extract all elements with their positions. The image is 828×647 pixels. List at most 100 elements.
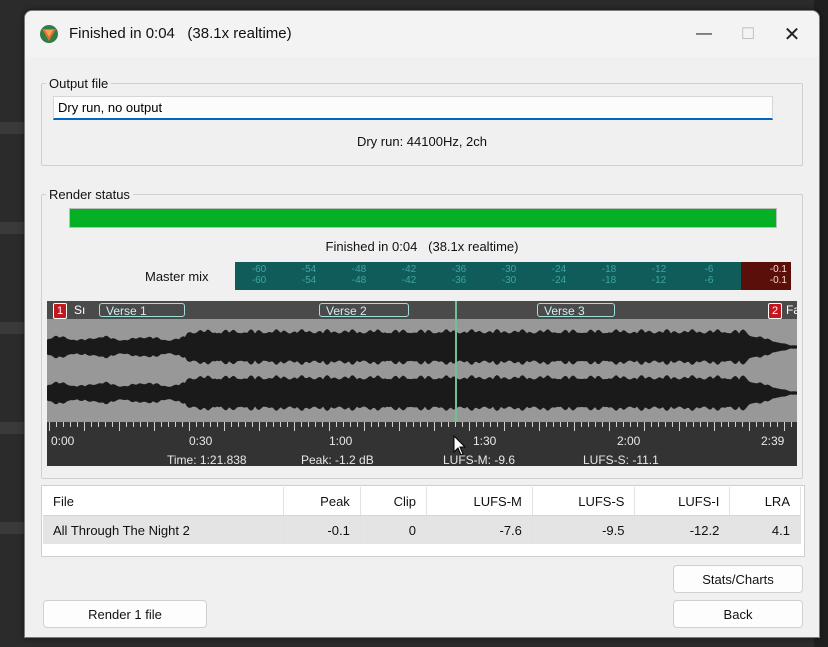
render-1-file-button[interactable]: Render 1 file — [43, 600, 207, 628]
table-row[interactable]: All Through The Night 2 -0.1 0 -7.6 -9.5 -12.… — [43, 515, 801, 544]
column-header[interactable]: File — [43, 487, 284, 516]
ruler-tick-mark — [728, 422, 729, 427]
ruler-tick-mark — [77, 422, 78, 427]
column-header[interactable]: Clip — [360, 487, 428, 516]
meter-tick-label: -12 — [651, 264, 667, 275]
minimize-button[interactable]: — — [681, 19, 727, 49]
region-verse-3[interactable]: Verse 3 — [537, 303, 615, 318]
ruler-tick-mark — [168, 422, 169, 427]
ruler-tick-mark — [385, 422, 386, 427]
mouse-cursor-icon — [453, 435, 467, 456]
column-header[interactable]: LUFS-S — [532, 487, 636, 516]
column-header[interactable]: LUFS-I — [634, 487, 731, 516]
marker-2-badge[interactable]: 2 — [768, 303, 783, 319]
ruler-tick-mark — [364, 422, 365, 431]
ruler-tick-mark — [504, 422, 505, 431]
output-file-group: Output file — [41, 76, 803, 166]
ruler-tick-mark — [560, 422, 561, 427]
timeline-ruler[interactable]: Time: 1:21.838 Peak: -1.2 dB LUFS-M: -9.… — [47, 422, 797, 466]
ruler-tick-mark — [602, 422, 603, 427]
ruler-tick-label: 1:30 — [473, 434, 497, 448]
stats-charts-button[interactable]: Stats/Charts — [673, 565, 803, 593]
meter-tick-label: -48 — [351, 275, 367, 286]
ruler-tick-mark — [175, 422, 176, 427]
ruler-tick-mark — [266, 422, 267, 427]
meter-tick-label: -36 — [451, 264, 467, 275]
region-verse-1[interactable]: Verse 1 — [99, 303, 185, 318]
ruler-tick-mark — [735, 422, 736, 427]
ruler-tick-mark — [756, 422, 757, 427]
ruler-tick-mark — [133, 422, 134, 427]
waveform-preview[interactable]: 1 Sı Verse 1 Verse 2 Verse 3 2 Fa Time: … — [47, 301, 797, 466]
ruler-tick-mark — [427, 422, 428, 427]
back-button[interactable]: Back — [673, 600, 803, 628]
ruler-tick-mark — [574, 422, 575, 431]
ruler-tick-label: 2:39 — [761, 434, 785, 448]
ruler-tick-mark — [567, 422, 568, 427]
marker-1-badge[interactable]: 1 — [53, 303, 68, 319]
ruler-tick-mark — [189, 422, 190, 431]
ruler-tick-mark — [259, 422, 260, 431]
close-button[interactable]: ✕ — [769, 19, 815, 49]
ruler-tick-mark — [154, 422, 155, 431]
ruler-tick-mark — [434, 422, 435, 431]
region-verse-2[interactable]: Verse 2 — [319, 303, 409, 318]
peak-readout: Peak: -1.2 dB — [301, 453, 374, 466]
table-cell: -12.2 — [634, 515, 731, 544]
ruler-tick-mark — [126, 422, 127, 427]
table-cell: -0.1 — [283, 515, 361, 544]
ruler-tick-mark — [546, 422, 547, 427]
ruler-tick-mark — [413, 422, 414, 427]
column-header[interactable]: LRA — [729, 487, 801, 516]
column-header[interactable]: LUFS-M — [426, 487, 533, 516]
playhead-line[interactable] — [455, 301, 457, 431]
ruler-tick-label: 0:30 — [189, 434, 213, 448]
waveform-channel — [47, 329, 797, 365]
meter-tick-label: -6 — [704, 275, 714, 286]
ruler-tick-mark — [70, 422, 71, 427]
ruler-tick-label: 1:00 — [329, 434, 353, 448]
ruler-tick-mark — [252, 422, 253, 427]
ruler-tick-mark — [420, 422, 421, 427]
meter-tick-label: -6 — [704, 264, 714, 275]
meter-tick-label: -18 — [601, 275, 617, 286]
meter-peak-indicator: -0.1 -0.1 — [741, 262, 791, 290]
ruler-tick-mark — [245, 422, 246, 427]
table-cell: -9.5 — [532, 515, 636, 544]
ruler-tick-mark — [721, 422, 722, 427]
ruler-tick-mark — [280, 422, 281, 427]
ruler-tick-mark — [637, 422, 638, 427]
ruler-tick-mark — [686, 422, 687, 427]
ruler-tick-mark — [511, 422, 512, 427]
render-progress-bar — [69, 208, 777, 228]
ruler-tick-mark — [56, 422, 57, 427]
ruler-tick-mark — [161, 422, 162, 427]
column-header[interactable]: Peak — [283, 487, 361, 516]
meter-tick-label: -30 — [501, 264, 517, 275]
maximize-button[interactable]: ☐ — [725, 19, 771, 49]
output-file-field[interactable]: Dry run, no output — [53, 96, 773, 120]
ruler-tick-mark — [63, 422, 64, 427]
dry-run-info: Dry run: 44100Hz, 2ch — [356, 134, 488, 149]
ruler-tick-mark — [651, 422, 652, 427]
ruler-tick-mark — [455, 422, 456, 427]
ruler-tick-mark — [777, 422, 778, 427]
ruler-tick-mark — [693, 422, 694, 427]
meter-tick-label: -60 — [251, 264, 267, 275]
time-readout: Time: 1:21.838 — [167, 453, 247, 466]
waveform-channel — [47, 375, 797, 411]
meter-peak-value-right: -0.1 — [769, 275, 787, 286]
ruler-tick-mark — [308, 422, 309, 427]
ruler-tick-mark — [140, 422, 141, 427]
finished-status-text: Finished in 0:04 (38.1x realtime) — [325, 239, 519, 254]
ruler-tick-mark — [791, 422, 792, 427]
ruler-tick-mark — [532, 422, 533, 427]
ruler-tick-mark — [462, 422, 463, 427]
ruler-tick-mark — [91, 422, 92, 427]
meter-tick-label: -54 — [301, 275, 317, 286]
render-dialog: Finished in 0:04 (38.1x realtime) — ☐ ✕ … — [24, 10, 820, 638]
ruler-tick-mark — [497, 422, 498, 427]
ruler-tick-mark — [329, 422, 330, 431]
ruler-tick-mark — [378, 422, 379, 427]
render-status-legend: Render status — [49, 187, 130, 202]
